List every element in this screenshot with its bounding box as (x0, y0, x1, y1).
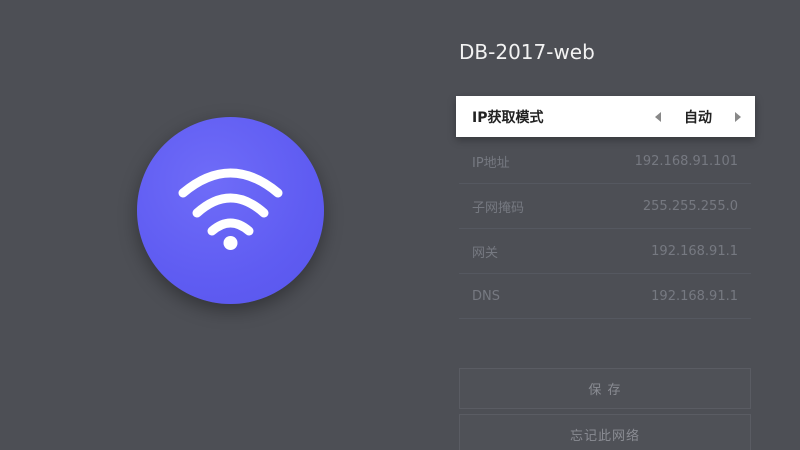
subnet-mask-label: 子网掩码 (472, 201, 525, 216)
ip-address-row[interactable]: IP地址 192.168.91.101 (459, 140, 751, 184)
network-name: DB-2017-web (459, 40, 595, 64)
save-button[interactable]: 保 存 (459, 368, 751, 409)
wifi-icon (137, 117, 324, 304)
ip-mode-label: IP获取模式 (472, 109, 544, 126)
dns-value: 192.168.91.1 (651, 289, 738, 304)
ip-address-label: IP地址 (472, 156, 510, 171)
ip-address-value: 192.168.91.101 (634, 154, 738, 169)
forget-network-button[interactable]: 忘记此网络 (459, 414, 751, 450)
subnet-mask-row[interactable]: 子网掩码 255.255.255.0 (459, 185, 751, 229)
chevron-left-icon[interactable] (655, 111, 661, 122)
subnet-mask-value: 255.255.255.0 (642, 199, 738, 214)
ip-mode-selector[interactable]: IP获取模式 自动 (456, 96, 755, 137)
gateway-label: 网关 (472, 246, 499, 261)
dns-label: DNS (472, 289, 500, 304)
gateway-value: 192.168.91.1 (651, 244, 738, 259)
ip-mode-value: 自动 (684, 109, 712, 126)
gateway-row[interactable]: 网关 192.168.91.1 (459, 230, 751, 274)
wifi-settings-screen: DB-2017-web IP获取模式 自动 IP地址 192.168.91.10… (0, 0, 800, 450)
chevron-right-icon[interactable] (735, 111, 741, 122)
dns-row[interactable]: DNS 192.168.91.1 (459, 275, 751, 319)
